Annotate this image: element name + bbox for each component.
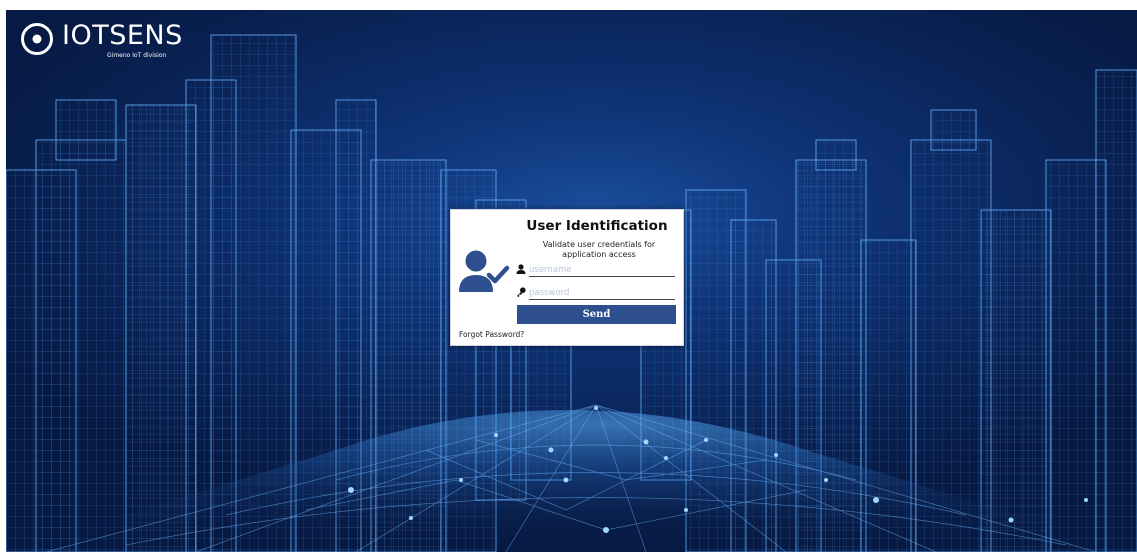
username-row <box>516 263 677 277</box>
login-page: IOTSENS Gimeno IoT division User Identif… <box>6 10 1137 552</box>
login-form: User Identification Validate user creden… <box>450 209 684 346</box>
target-dot-icon <box>21 23 53 55</box>
brand-logo: IOTSENS Gimeno IoT division <box>20 18 190 60</box>
key-icon <box>517 287 526 297</box>
forgot-password-link[interactable]: Forgot Password? <box>459 330 524 339</box>
password-row <box>516 286 677 300</box>
user-icon <box>516 264 526 274</box>
password-input[interactable] <box>529 286 675 300</box>
brand-name: IOTSENS <box>62 20 183 51</box>
form-subtitle: Validate user credentials for applicatio… <box>542 240 656 259</box>
brand-tagline: Gimeno IoT division <box>107 52 167 59</box>
user-check-icon <box>459 250 510 292</box>
username-input[interactable] <box>529 263 675 277</box>
send-button[interactable]: Send <box>517 305 676 324</box>
form-title: User Identification <box>526 218 668 234</box>
